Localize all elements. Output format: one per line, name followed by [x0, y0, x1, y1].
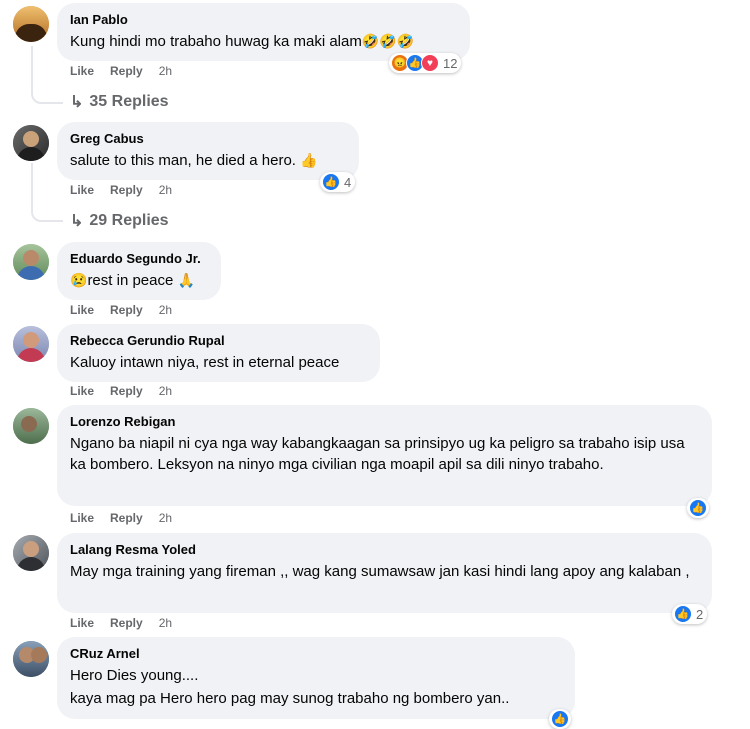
- comment-bubble: Rebecca Gerundio Rupal Kaluoy intawn niy…: [57, 324, 380, 382]
- comment-bubble: CRuz Arnel Hero Dies young.... kaya mag …: [57, 637, 575, 719]
- like-icon: 👍: [322, 173, 340, 191]
- timestamp[interactable]: 2h: [159, 615, 172, 631]
- timestamp[interactable]: 2h: [159, 510, 172, 526]
- timestamp[interactable]: 2h: [159, 302, 172, 318]
- like-button[interactable]: Like: [70, 383, 94, 399]
- author-name[interactable]: Lalang Resma Yoled: [70, 541, 700, 558]
- comment-text: May mga training yang fireman ,, wag kan…: [70, 563, 690, 580]
- avatar[interactable]: [13, 6, 49, 42]
- author-name[interactable]: Ian Pablo: [70, 11, 458, 28]
- like-icon: 👍: [551, 710, 569, 728]
- timestamp[interactable]: 2h: [159, 383, 172, 399]
- reaction-summary[interactable]: 👍: [687, 498, 709, 518]
- comment-actions: Like Reply 2h: [70, 383, 172, 399]
- author-name[interactable]: CRuz Arnel: [70, 645, 563, 662]
- reaction-count: 2: [696, 606, 704, 622]
- avatar[interactable]: [13, 408, 49, 444]
- laughing-emoji: 🤣🤣🤣: [361, 33, 415, 49]
- reaction-summary[interactable]: 👍: [549, 709, 571, 729]
- like-icon: 👍: [689, 499, 707, 517]
- reaction-count: 12: [443, 55, 458, 71]
- like-button[interactable]: Like: [70, 510, 94, 526]
- comment-bubble: Lalang Resma Yoled May mga training yang…: [57, 533, 712, 613]
- author-name[interactable]: Greg Cabus: [70, 130, 347, 147]
- avatar[interactable]: [13, 641, 49, 677]
- replies-count: 29 Replies: [89, 212, 169, 229]
- timestamp[interactable]: 2h: [159, 63, 172, 79]
- love-icon: ♥: [421, 54, 439, 72]
- comment-actions: Like Reply 2h: [70, 182, 172, 198]
- comment-bubble: Greg Cabus salute to this man, he died a…: [57, 122, 359, 180]
- comment-line: Hero Dies young....: [70, 667, 199, 684]
- comment-actions: Like Reply 2h: [70, 615, 172, 631]
- reaction-summary[interactable]: 👍 4: [320, 172, 356, 192]
- reply-arrow-icon: ↳: [70, 213, 84, 230]
- author-name[interactable]: Eduardo Segundo Jr.: [70, 250, 209, 267]
- comment-actions: Like Reply 2h: [70, 63, 172, 79]
- like-button[interactable]: Like: [70, 182, 94, 198]
- avatar[interactable]: [13, 535, 49, 571]
- comment-actions: Like Reply 2h: [70, 302, 172, 318]
- reply-button[interactable]: Reply: [110, 510, 143, 526]
- thread-line: [31, 46, 63, 104]
- view-replies-button[interactable]: ↳ 35 Replies: [70, 92, 169, 112]
- reply-button[interactable]: Reply: [110, 63, 143, 79]
- comment-text: Kung hindi mo trabaho huwag ka maki alam…: [70, 33, 415, 50]
- author-name[interactable]: Lorenzo Rebigan: [70, 413, 700, 430]
- comment-bubble: Lorenzo Rebigan Ngano ba niapil ni cya n…: [57, 405, 712, 506]
- like-button[interactable]: Like: [70, 302, 94, 318]
- praying-hands-emoji: 🙏: [177, 272, 195, 288]
- sad-emoji: 😢: [70, 272, 88, 288]
- comment-text: 😢rest in peace 🙏: [70, 272, 195, 289]
- comment-text: Hero Dies young.... kaya mag pa Hero her…: [70, 665, 563, 709]
- thread-line: [31, 163, 63, 222]
- view-replies-button[interactable]: ↳ 29 Replies: [70, 211, 169, 231]
- comment-text: Ngano ba niapil ni cya nga way kabangkaa…: [70, 435, 685, 473]
- like-button[interactable]: Like: [70, 63, 94, 79]
- reaction-summary[interactable]: 😠 👍 ♥ 12: [389, 53, 462, 73]
- reply-arrow-icon: ↳: [70, 94, 84, 111]
- reply-button[interactable]: Reply: [110, 302, 143, 318]
- comment-actions: Like Reply 2h: [70, 510, 172, 526]
- comment-text: Kaluoy intawn niya, rest in eternal peac…: [70, 354, 340, 371]
- like-button[interactable]: Like: [70, 615, 94, 631]
- replies-count: 35 Replies: [89, 93, 169, 110]
- timestamp[interactable]: 2h: [159, 182, 172, 198]
- like-icon: 👍: [674, 605, 692, 623]
- comment-bubble: Eduardo Segundo Jr. 😢rest in peace 🙏: [57, 242, 221, 300]
- reaction-count: 4: [344, 174, 352, 190]
- reply-button[interactable]: Reply: [110, 383, 143, 399]
- avatar[interactable]: [13, 244, 49, 280]
- author-name[interactable]: Rebecca Gerundio Rupal: [70, 332, 368, 349]
- reaction-summary[interactable]: 👍 2: [672, 604, 708, 624]
- reply-button[interactable]: Reply: [110, 615, 143, 631]
- avatar[interactable]: [13, 326, 49, 362]
- avatar[interactable]: [13, 125, 49, 161]
- reply-button[interactable]: Reply: [110, 182, 143, 198]
- comment-line: kaya mag pa Hero hero pag may sunog trab…: [70, 690, 510, 707]
- thumbs-up-emoji: 👍: [300, 152, 318, 168]
- comment-text: salute to this man, he died a hero. 👍: [70, 152, 318, 169]
